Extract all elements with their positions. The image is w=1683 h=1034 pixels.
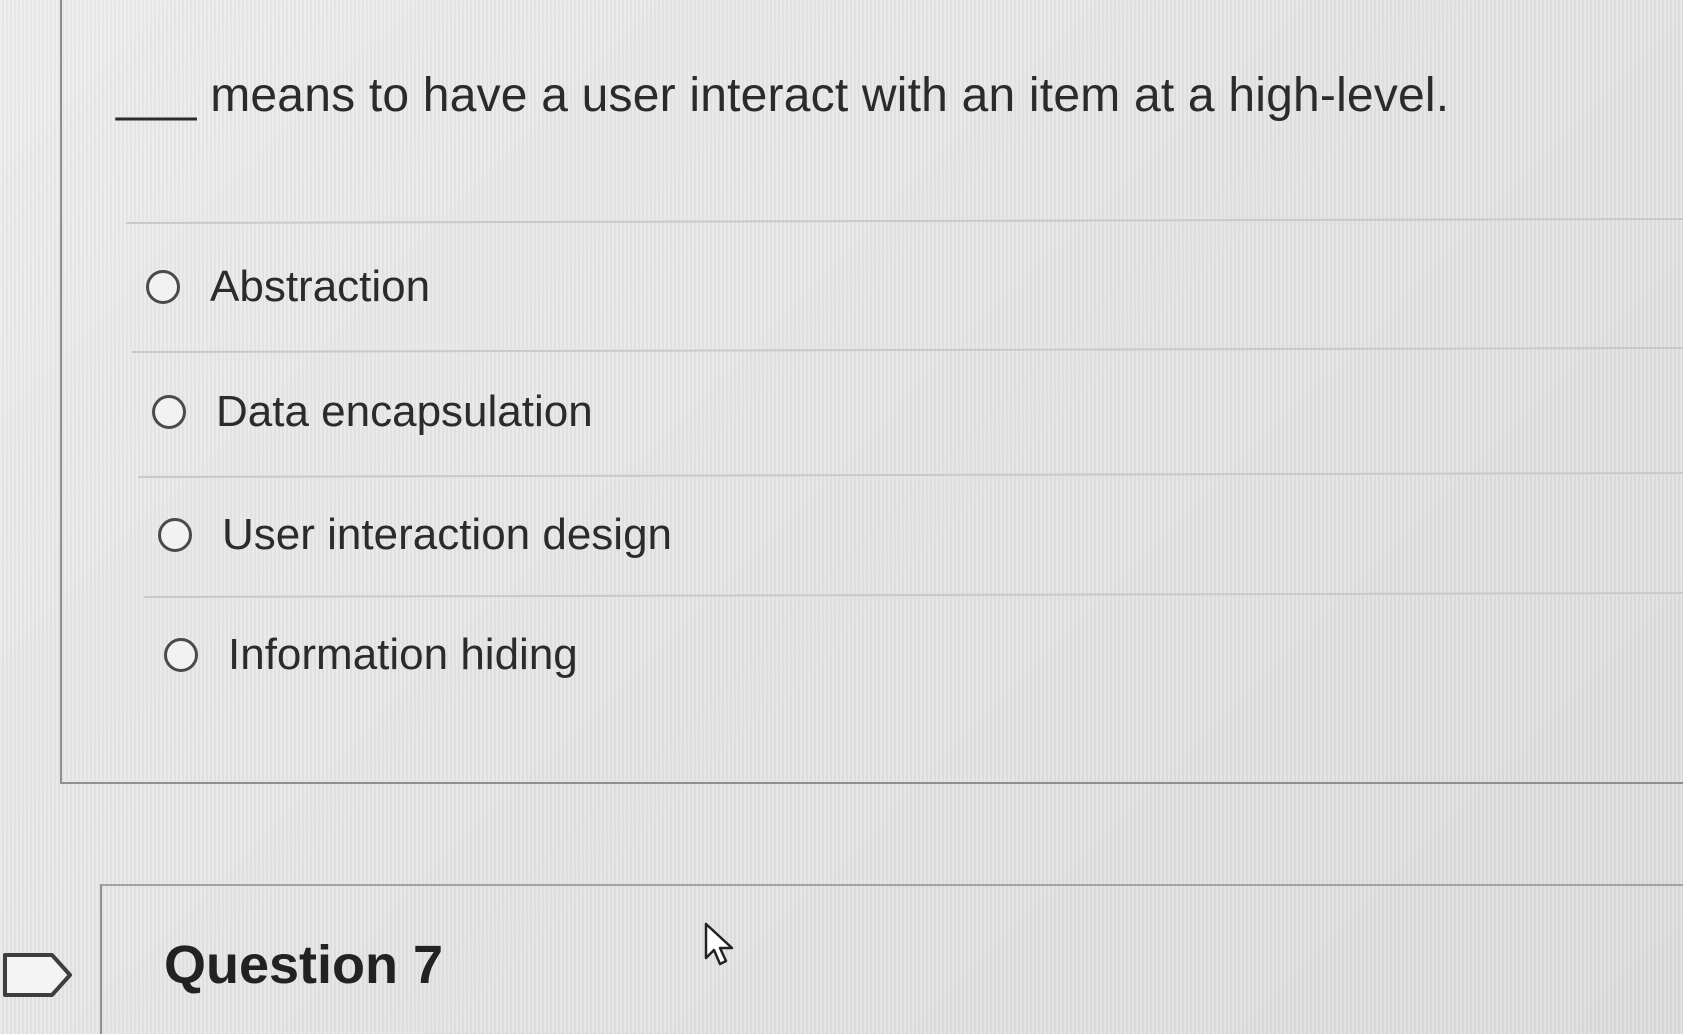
radio-button-icon[interactable]: [146, 270, 180, 304]
radio-button-icon[interactable]: [164, 638, 198, 672]
option-abstraction[interactable]: Abstraction: [146, 262, 430, 312]
option-label: Data encapsulation: [216, 387, 593, 436]
option-label: Abstraction: [210, 262, 431, 311]
mouse-pointer-icon: [704, 922, 734, 966]
option-label: Information hiding: [228, 630, 578, 679]
option-data-encapsulation[interactable]: Data encapsulation: [152, 387, 593, 437]
question-heading: Question 7: [164, 935, 444, 995]
quiz-screen: ___ means to have a user interact with a…: [0, 0, 1683, 1034]
question-text: ___ means to have a user interact with a…: [116, 69, 1450, 122]
radio-button-icon[interactable]: [158, 518, 192, 552]
option-label: User interaction design: [222, 510, 673, 559]
option-user-interaction-design[interactable]: User interaction design: [158, 510, 672, 560]
flag-icon[interactable]: [2, 952, 74, 998]
option-information-hiding[interactable]: Information hiding: [164, 630, 578, 680]
radio-button-icon[interactable]: [152, 395, 186, 429]
